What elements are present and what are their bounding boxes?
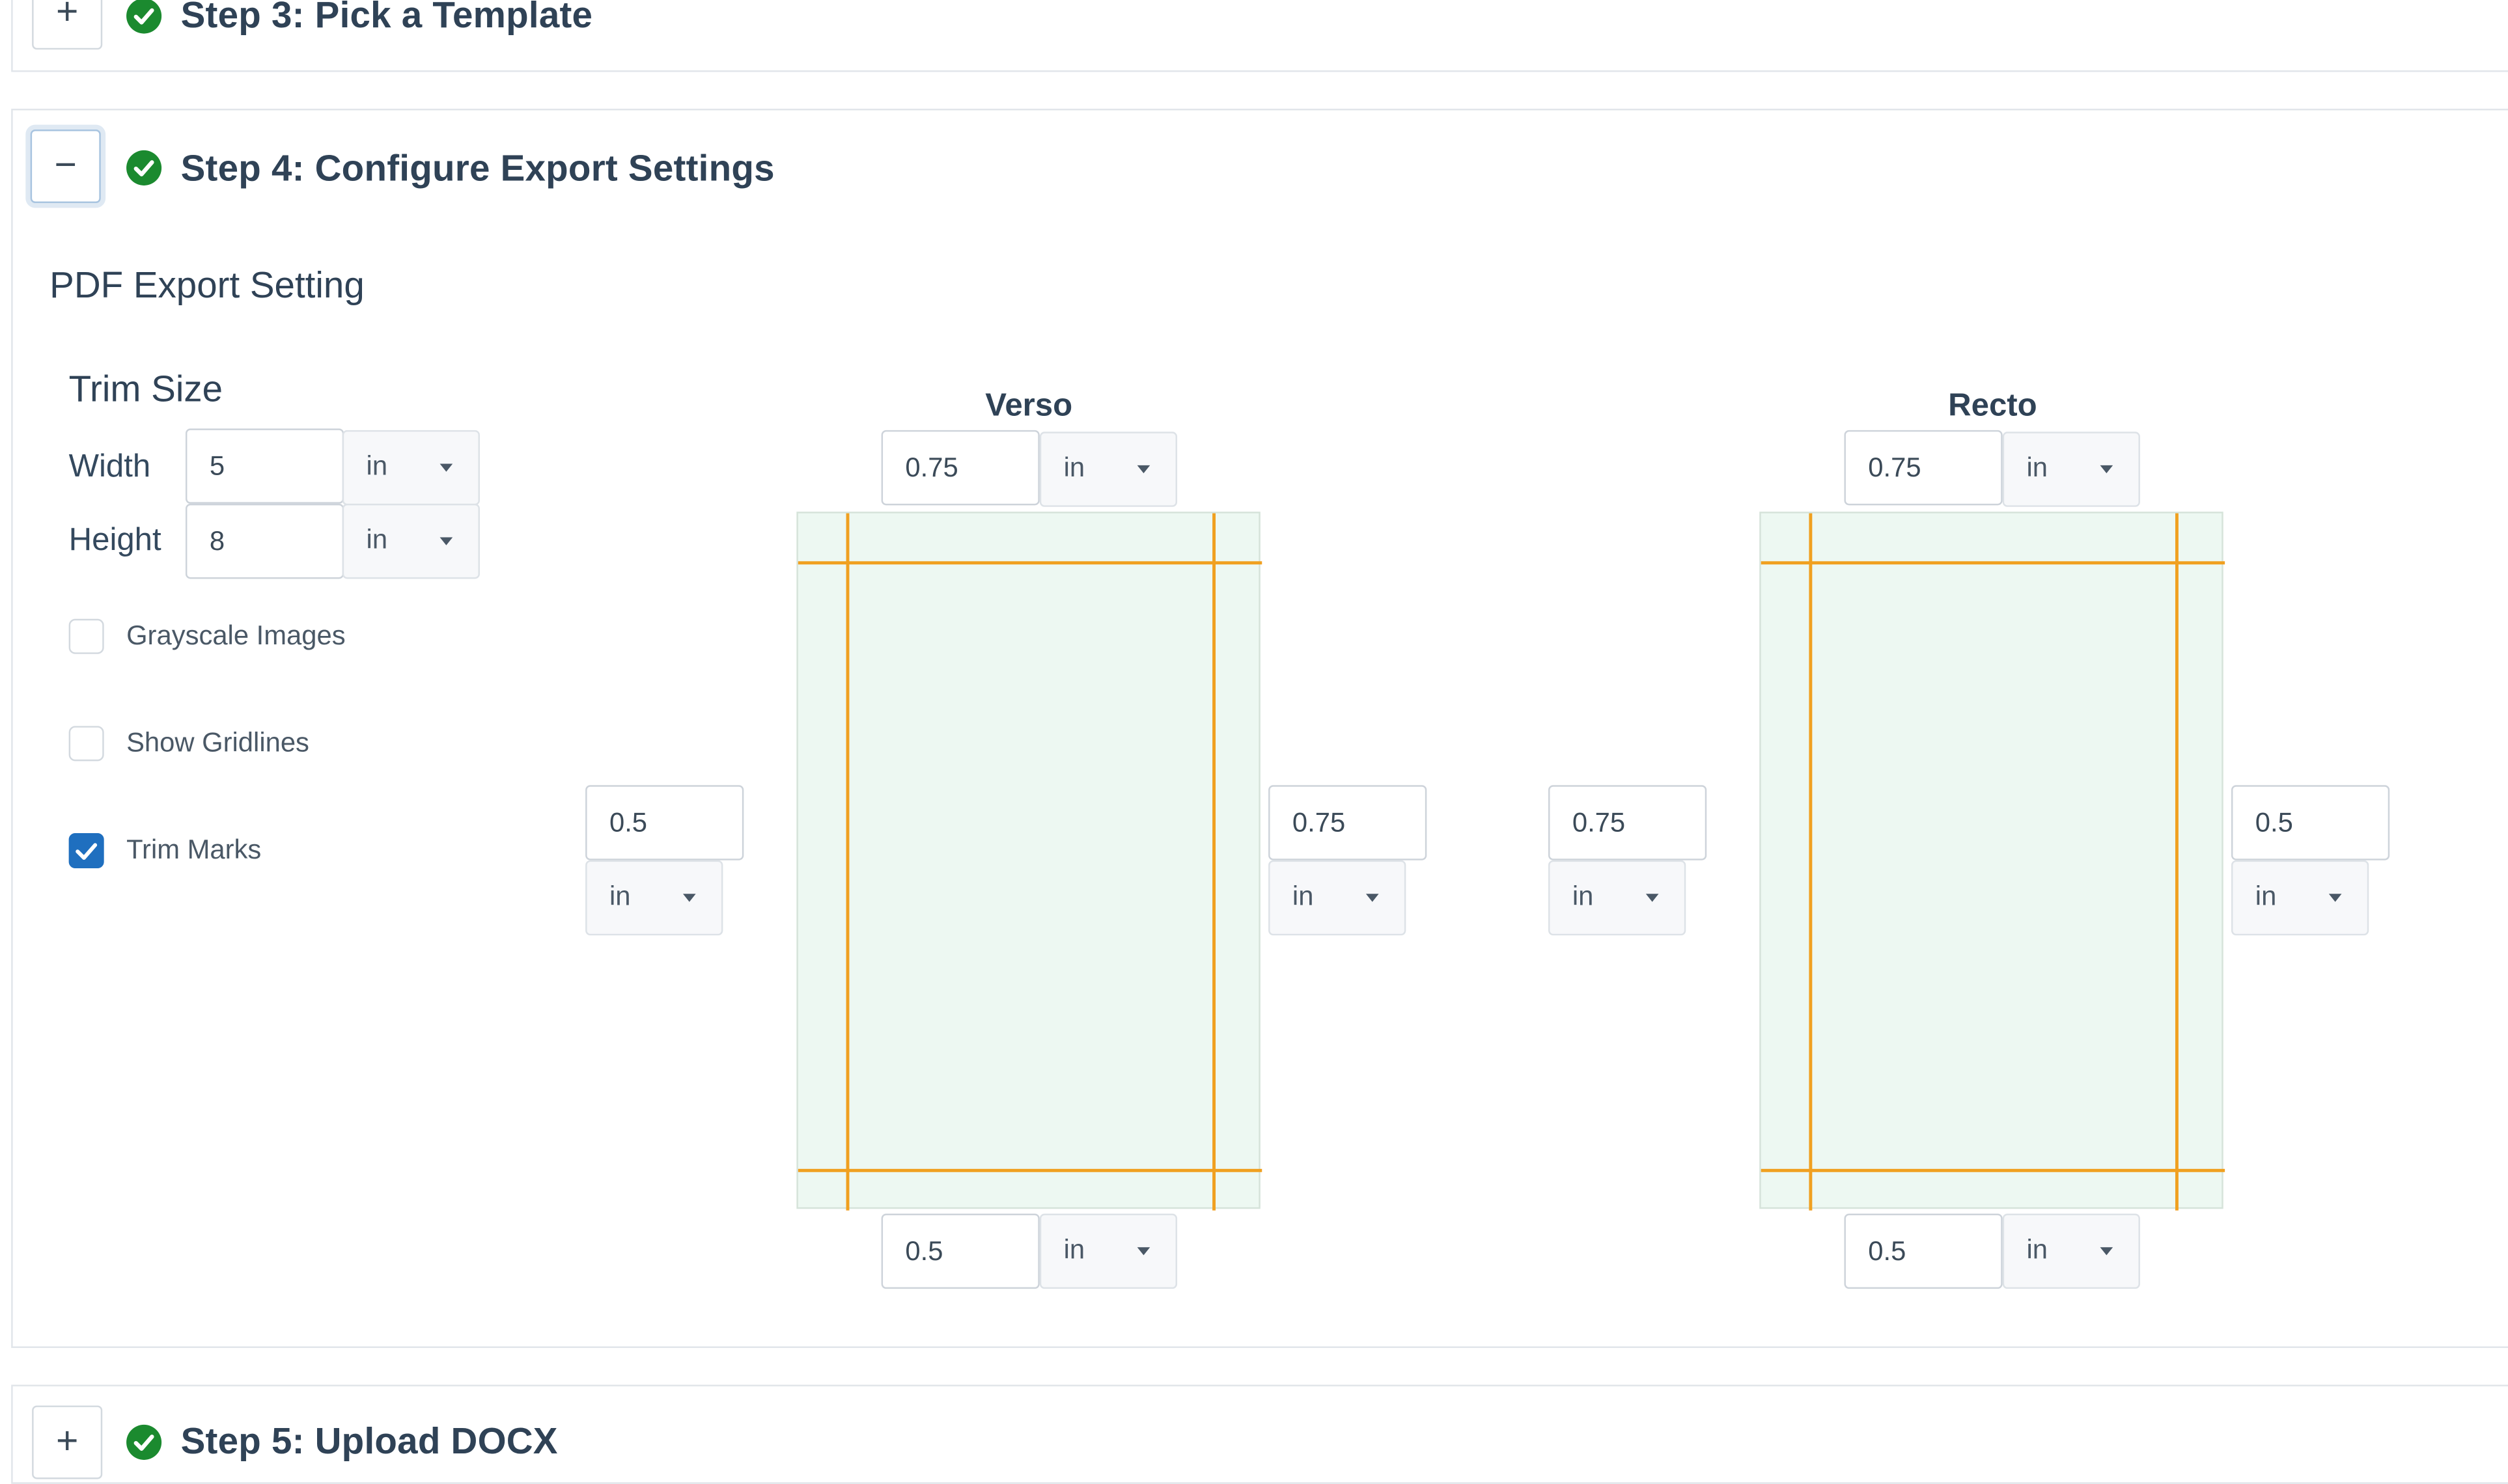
verso-right-unit-select[interactable]: in	[1268, 860, 1406, 936]
check-circle-icon	[126, 1424, 162, 1460]
height-unit-value: in	[366, 524, 388, 555]
unit-value: in	[609, 881, 631, 912]
trim-marks-label: Trim Marks	[126, 834, 262, 866]
step5-title: Step 5: Upload DOCX	[180, 1420, 558, 1462]
recto-right-margin-input[interactable]	[2231, 785, 2390, 860]
show-gridlines-label: Show Gridlines	[126, 727, 309, 758]
step5-panel: + Step 5: Upload DOCX	[11, 1384, 2508, 1484]
width-unit-select[interactable]: in	[342, 430, 480, 506]
recto-left-unit-select[interactable]: in	[1548, 860, 1686, 936]
verso-left-margin-input[interactable]	[585, 785, 744, 860]
verso-top-margin-guide	[798, 561, 1262, 565]
caret-down-icon	[2100, 1247, 2113, 1256]
recto-top-unit-select[interactable]: in	[2002, 432, 2140, 507]
step3-expand-button[interactable]: +	[32, 0, 103, 50]
height-label: Height	[68, 523, 161, 558]
caret-down-icon	[682, 894, 696, 902]
checkmark-icon	[76, 843, 98, 860]
step3-title: Step 3: Pick a Template	[180, 0, 593, 36]
check-circle-icon	[126, 150, 162, 186]
verso-bottom-unit-select[interactable]: in	[1039, 1213, 1178, 1289]
show-gridlines-checkbox[interactable]	[68, 726, 104, 762]
trim-size-heading: Trim Size	[68, 368, 223, 409]
recto-top-margin-input[interactable]	[1844, 430, 2003, 506]
verso-right-margin-input[interactable]	[1268, 785, 1427, 860]
height-unit-select[interactable]: in	[342, 503, 480, 579]
recto-left-margin-guide	[1809, 513, 1813, 1211]
width-label: Width	[68, 449, 151, 485]
verso-top-unit-select[interactable]: in	[1039, 432, 1178, 507]
caret-down-icon	[1365, 894, 1379, 902]
unit-value: in	[2026, 1234, 2048, 1265]
recto-right-margin-guide	[2175, 513, 2179, 1211]
recto-right-unit-select[interactable]: in	[2231, 860, 2369, 936]
unit-value: in	[1292, 881, 1314, 912]
caret-down-icon	[2328, 894, 2342, 902]
caret-down-icon	[1645, 894, 1659, 902]
recto-bottom-margin-guide	[1761, 1168, 2225, 1172]
step4-title: Step 4: Configure Export Settings	[180, 147, 775, 189]
grayscale-images-label: Grayscale Images	[126, 620, 346, 651]
recto-bottom-margin-input[interactable]	[1844, 1213, 2003, 1289]
trim-marks-checkbox[interactable]	[68, 832, 104, 868]
verso-left-margin-guide	[846, 513, 850, 1211]
unit-value: in	[1063, 1234, 1085, 1265]
caret-down-icon	[1137, 465, 1150, 474]
verso-left-unit-select[interactable]: in	[585, 860, 723, 936]
verso-top-margin-input[interactable]	[881, 430, 1040, 506]
unit-value: in	[2026, 452, 2048, 483]
unit-value: in	[1063, 452, 1085, 483]
unit-value: in	[2255, 881, 2277, 912]
verso-bottom-margin-guide	[798, 1168, 1262, 1172]
step5-expand-button[interactable]: +	[32, 1405, 103, 1479]
recto-page-preview	[1759, 512, 2225, 1211]
recto-bottom-unit-select[interactable]: in	[2002, 1213, 2140, 1289]
height-input[interactable]	[185, 503, 344, 579]
caret-down-icon	[2100, 465, 2113, 474]
grayscale-images-checkbox[interactable]	[68, 618, 104, 654]
width-unit-value: in	[366, 450, 388, 482]
check-circle-icon	[126, 0, 162, 34]
verso-page-preview	[796, 512, 1262, 1211]
caret-down-icon	[439, 463, 453, 472]
verso-heading: Verso	[985, 388, 1073, 424]
step3-panel: + Step 3: Pick a Template	[11, 0, 2508, 72]
step4-collapse-button[interactable]: −	[30, 129, 101, 204]
width-input[interactable]	[185, 428, 344, 504]
verso-bottom-margin-input[interactable]	[881, 1213, 1040, 1289]
recto-left-margin-input[interactable]	[1548, 785, 1707, 860]
pdf-export-setting-title: PDF Export Setting	[49, 264, 365, 306]
recto-heading: Recto	[1948, 388, 2037, 424]
verso-right-margin-guide	[1212, 513, 1216, 1211]
unit-value: in	[1572, 881, 1594, 912]
step4-panel: − Step 4: Configure Export Settings PDF …	[11, 109, 2508, 1348]
caret-down-icon	[1137, 1247, 1150, 1256]
caret-down-icon	[439, 537, 453, 545]
recto-top-margin-guide	[1761, 561, 2225, 565]
